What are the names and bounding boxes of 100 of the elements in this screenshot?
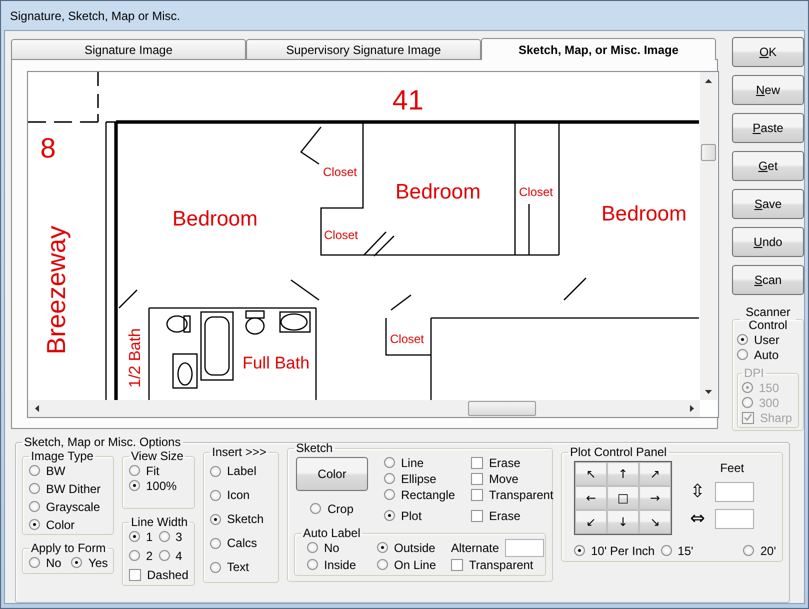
checkbox[interactable] — [471, 456, 484, 468]
option-label: 1 — [146, 530, 153, 544]
radio-button[interactable] — [129, 550, 140, 561]
option-label: Color — [46, 518, 75, 532]
radio-button[interactable] — [210, 490, 221, 500]
radio-button[interactable] — [307, 559, 318, 570]
horizontal-scrollbar[interactable] — [28, 400, 700, 417]
group-title: Plot Control Panel — [569, 445, 668, 459]
radio-button[interactable] — [71, 557, 82, 568]
option-label: No — [46, 556, 62, 570]
checkbox[interactable] — [451, 558, 463, 570]
direction-button[interactable]: ↖ — [575, 462, 607, 486]
radio-button[interactable] — [737, 334, 748, 345]
radio-button[interactable] — [29, 557, 40, 568]
direction-button[interactable]: ↑ — [607, 462, 639, 486]
option-label: Erase — [489, 508, 520, 522]
sketch-label: Bedroom — [601, 202, 687, 226]
option-label: 4 — [176, 548, 182, 562]
radio-button[interactable] — [384, 489, 395, 500]
radio-button[interactable] — [210, 466, 221, 476]
feet-field[interactable] — [715, 508, 754, 528]
option-label: Auto — [754, 348, 779, 362]
checkbox[interactable] — [471, 488, 484, 500]
option-label: Inside — [324, 558, 356, 572]
action-button[interactable]: Paste — [732, 113, 804, 143]
radio-button[interactable] — [574, 545, 585, 556]
option-label: 10' Per Inch — [591, 544, 655, 558]
option-label: Erase — [489, 456, 520, 470]
option-label: No — [324, 540, 340, 554]
radio-button[interactable] — [29, 501, 40, 512]
tab[interactable]: Supervisory Signature Image — [246, 39, 481, 59]
radio-button[interactable] — [29, 483, 40, 494]
option-label: Transparent — [469, 558, 534, 572]
sketch-label: Full Bath — [242, 353, 310, 372]
option-label: Move — [489, 472, 518, 486]
radio-button[interactable] — [384, 510, 395, 521]
sketch-label: 1/2 Bath — [127, 328, 144, 388]
action-button[interactable]: Save — [732, 189, 804, 219]
radio-button[interactable] — [384, 457, 395, 468]
direction-button[interactable]: ↓ — [607, 510, 639, 534]
feet-field[interactable] — [715, 482, 754, 502]
checkbox[interactable] — [471, 472, 484, 484]
checkbox[interactable] — [471, 510, 484, 522]
option-label: Rectangle — [401, 488, 456, 502]
option-label: 100% — [146, 478, 177, 492]
radio-button[interactable] — [129, 480, 140, 491]
action-button[interactable]: Undo — [732, 227, 804, 257]
tab[interactable]: Signature Image — [11, 39, 246, 59]
group-title: Auto Label — [302, 526, 362, 540]
radio-button[interactable] — [310, 503, 322, 514]
scroll-thumb[interactable] — [468, 401, 536, 416]
radio-button[interactable] — [307, 542, 318, 553]
vertical-scrollbar[interactable] — [700, 72, 717, 400]
radio-button[interactable] — [737, 349, 748, 360]
radio-button[interactable] — [377, 559, 388, 570]
option-label: Alternate — [451, 540, 500, 554]
sketch-label: 41 — [392, 84, 424, 116]
direction-button[interactable]: → — [639, 486, 671, 510]
option-label: User — [754, 332, 780, 346]
action-button[interactable]: Get — [732, 151, 804, 181]
option-label: 20' — [760, 544, 776, 558]
direction-button[interactable]: ↘ — [639, 510, 671, 534]
radio-button[interactable] — [29, 465, 40, 476]
horizontal-arrow-icon: ⇔ — [690, 508, 706, 529]
radio-button[interactable] — [743, 545, 754, 556]
action-button[interactable]: OK — [732, 37, 804, 67]
group-title: Apply to Form — [30, 541, 107, 555]
action-button[interactable]: Scan — [732, 265, 804, 295]
group-title: Line Width — [130, 515, 189, 529]
option-label: Sketch — [227, 512, 264, 526]
sketch-label: Bedroom — [395, 180, 481, 204]
radio-button[interactable] — [210, 538, 221, 548]
option-label: 3 — [176, 530, 182, 544]
sketch-label: Closet — [390, 332, 424, 346]
group-title: Insert >>> — [211, 445, 268, 459]
direction-button[interactable]: ← — [575, 486, 607, 510]
option-label: 2 — [146, 548, 153, 562]
checkbox[interactable] — [129, 568, 141, 580]
radio-button[interactable] — [660, 545, 672, 556]
direction-button[interactable]: ↙ — [575, 510, 607, 534]
radio-button[interactable] — [384, 473, 395, 484]
direction-button[interactable]: ↗ — [639, 462, 671, 486]
color-button[interactable]: Color — [296, 457, 368, 491]
radio-button[interactable] — [29, 519, 40, 530]
radio-button[interactable] — [210, 562, 221, 572]
scroll-thumb[interactable] — [701, 144, 716, 161]
radio-button[interactable] — [158, 531, 170, 542]
option-label: Line — [401, 456, 424, 470]
radio-button[interactable] — [158, 550, 170, 561]
action-button[interactable]: New — [732, 75, 804, 105]
radio-button[interactable] — [129, 531, 140, 542]
tab[interactable]: Sketch, Map, or Misc. Image — [481, 38, 716, 60]
direction-button[interactable]: □ — [607, 486, 639, 510]
option-label: Sharp — [760, 410, 792, 424]
option-label: Plot — [401, 508, 422, 522]
alternate-field[interactable] — [505, 538, 544, 556]
radio-button[interactable] — [377, 542, 388, 553]
radio-button[interactable] — [210, 514, 221, 524]
radio-button[interactable] — [129, 465, 140, 476]
group-title: Sketch, Map or Misc. Options — [23, 435, 182, 449]
